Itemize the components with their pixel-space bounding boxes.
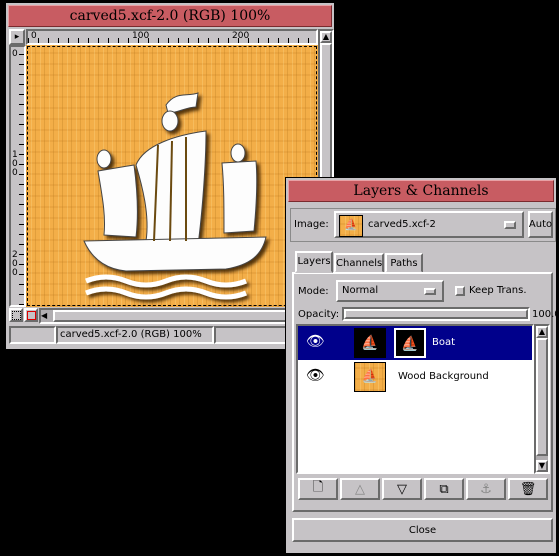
opacity-slider-handle[interactable] bbox=[344, 309, 528, 319]
image-value: carved5.xcf-2 bbox=[368, 219, 436, 230]
duplicate-layer-button[interactable]: ⧉ bbox=[424, 478, 464, 500]
quickmask-on-button[interactable] bbox=[24, 308, 38, 322]
dropdown-indicator-icon bbox=[504, 221, 516, 229]
image-window-title[interactable]: carved5.xcf-2.0 (RGB) 100% bbox=[8, 5, 332, 27]
ship-image bbox=[83, 92, 267, 300]
new-layer-button[interactable]: 🗋 bbox=[298, 478, 338, 500]
opacity-label: Opacity: bbox=[298, 309, 340, 320]
auto-button-label: Auto bbox=[528, 219, 553, 230]
anchor-icon: ⚓ bbox=[480, 481, 492, 497]
layers-panel: Mode: Normal Keep Trans. Opacity: 100.0 … bbox=[292, 272, 559, 512]
horizontal-ruler[interactable]: 0 100 200 bbox=[26, 29, 318, 45]
keep-trans-checkbox[interactable] bbox=[455, 286, 465, 296]
tab-channels[interactable]: Channels bbox=[334, 253, 384, 273]
quickmask-off-button[interactable] bbox=[9, 308, 23, 322]
image-dropdown[interactable]: ⛵ carved5.xcf-2 bbox=[334, 211, 524, 238]
tab-label: Channels bbox=[336, 258, 383, 269]
ruler-label: 200 bbox=[12, 250, 18, 278]
image-menu-button[interactable]: ▸ bbox=[9, 29, 25, 45]
ship-icon: ⛵ bbox=[361, 335, 379, 351]
trash-icon: 🗑 bbox=[519, 481, 537, 497]
layer-name: Wood Background bbox=[398, 371, 489, 382]
eye-icon[interactable]: 👁 bbox=[306, 332, 325, 350]
ruler-label: 200 bbox=[232, 31, 250, 41]
hscroll-thumb[interactable] bbox=[53, 310, 317, 322]
dropdown-indicator-icon bbox=[424, 288, 436, 295]
ship-icon: ⛵ bbox=[344, 218, 358, 231]
arrow-up-icon: ▲ bbox=[322, 32, 330, 41]
anchor-layer-button[interactable]: ⚓ bbox=[466, 478, 506, 500]
image-thumbnail: ⛵ bbox=[339, 215, 363, 237]
new-page-icon: 🗋 bbox=[312, 480, 324, 495]
keep-trans-label: Keep Trans. bbox=[469, 285, 527, 296]
layers-dialog: Layers & Channels Image: ⛵ carved5.xcf-2… bbox=[285, 177, 559, 554]
close-button-label: Close bbox=[408, 524, 437, 536]
image-canvas[interactable] bbox=[26, 45, 318, 307]
layers-list: 👁 ⛵ ⛵ Boat 👁 ⛵ Wood Background bbox=[296, 324, 534, 474]
close-button[interactable]: Close bbox=[292, 518, 553, 542]
image-selector-frame: Image: ⛵ carved5.xcf-2 Auto bbox=[290, 208, 556, 242]
tab-label: Layers bbox=[297, 256, 331, 267]
layers-dialog-title[interactable]: Layers & Channels bbox=[288, 180, 554, 202]
ship-icon: ⛵ bbox=[361, 369, 379, 384]
ruler-label: 0 bbox=[12, 49, 18, 59]
scroll-left-button[interactable]: ◀ bbox=[41, 310, 53, 322]
arrow-up-icon: ▲ bbox=[538, 327, 546, 336]
duplicate-icon: ⧉ bbox=[439, 481, 449, 497]
scroll-thumb[interactable] bbox=[536, 338, 548, 456]
scroll-up-button[interactable]: ▲ bbox=[536, 326, 548, 338]
status-text: carved5.xcf-2.0 (RGB) 100% bbox=[60, 329, 202, 340]
arrow-down-icon: ▼ bbox=[538, 461, 546, 470]
delete-layer-button[interactable]: 🗑 bbox=[508, 478, 548, 500]
opacity-value: 100.0 bbox=[532, 309, 559, 320]
tab-layers[interactable]: Layers bbox=[295, 251, 333, 273]
ruler-label: 100 bbox=[12, 150, 18, 178]
arrow-up-icon: △ bbox=[355, 481, 365, 497]
ruler-label: 100 bbox=[132, 31, 150, 41]
auto-button[interactable]: Auto bbox=[528, 211, 553, 238]
layer-row-boat[interactable]: 👁 ⛵ ⛵ Boat bbox=[298, 326, 532, 360]
arrow-left-icon: ◀ bbox=[41, 311, 48, 320]
arrow-down-icon: ▽ bbox=[397, 481, 407, 497]
red-square-icon bbox=[26, 310, 36, 320]
mode-value: Normal bbox=[342, 285, 379, 296]
dotted-square-icon bbox=[11, 310, 21, 320]
opacity-slider[interactable] bbox=[342, 307, 530, 321]
scroll-up-button[interactable]: ▲ bbox=[320, 31, 332, 43]
lower-layer-button[interactable]: ▽ bbox=[382, 478, 422, 500]
layer-thumbnail: ⛵ bbox=[354, 362, 386, 392]
layer-thumbnail: ⛵ bbox=[354, 328, 386, 358]
layer-mask-thumbnail: ⛵ bbox=[394, 328, 426, 358]
eye-icon[interactable]: 👁 bbox=[306, 366, 325, 384]
status-bar-left bbox=[9, 326, 56, 344]
mode-label: Mode: bbox=[298, 286, 329, 297]
raise-layer-button[interactable]: △ bbox=[340, 478, 380, 500]
status-bar: carved5.xcf-2.0 (RGB) 100% bbox=[56, 326, 214, 344]
vertical-ruler[interactable]: 0 100 200 bbox=[9, 45, 26, 307]
image-label: Image: bbox=[294, 219, 329, 230]
layer-name: Boat bbox=[432, 337, 456, 348]
scroll-down-button[interactable]: ▼ bbox=[536, 460, 548, 472]
ship-icon: ⛵ bbox=[401, 336, 419, 352]
ruler-label: 0 bbox=[31, 31, 37, 41]
tab-label: Paths bbox=[390, 258, 418, 269]
horizontal-scrollbar[interactable]: ◀ bbox=[39, 308, 318, 324]
layers-list-scrollbar[interactable]: ▲ ▼ bbox=[534, 324, 550, 474]
layer-row-wood-background[interactable]: 👁 ⛵ Wood Background bbox=[298, 360, 532, 394]
tab-paths[interactable]: Paths bbox=[385, 253, 423, 273]
arrow-right-icon: ▸ bbox=[14, 32, 20, 42]
mode-dropdown[interactable]: Normal bbox=[336, 280, 444, 302]
